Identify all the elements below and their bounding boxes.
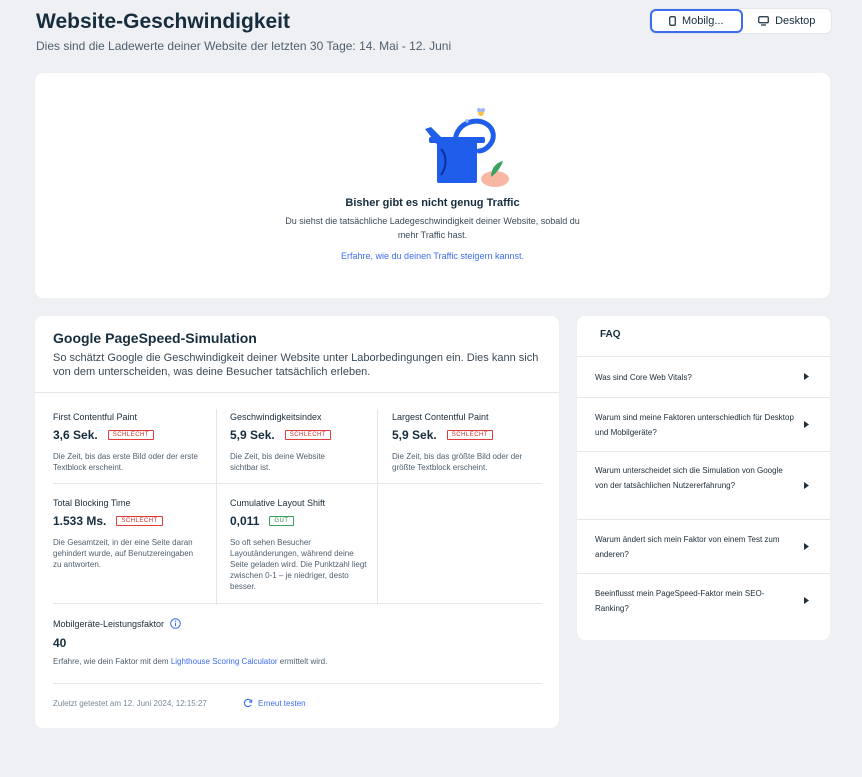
faq-question: Was sind Core Web Vitals? <box>595 373 692 382</box>
performance-score-label-row: Mobilgeräte-Leistungsfaktor <box>53 618 181 629</box>
metric-name: First Contentful Paint <box>53 412 138 422</box>
metric-speed-index: Geschwindigkeitsindex 5,9 Sek. SCHLECHT … <box>230 412 380 473</box>
faq-item[interactable]: Was sind Core Web Vitals? <box>577 356 830 397</box>
faq-item[interactable]: Warum ändert sich mein Faktor von einem … <box>577 519 830 573</box>
metric-first-contentful-paint: First Contentful Paint 3,6 Sek. SCHLECHT… <box>53 412 203 473</box>
faq-question: Warum sind meine Faktoren unterschiedlic… <box>595 413 794 437</box>
divider <box>216 409 217 605</box>
retest-label: Erneut testen <box>258 698 306 708</box>
metric-value: 5,9 Sek. <box>230 428 275 442</box>
score-note-prefix: Erfahre, wie dein Faktor mit dem <box>53 657 171 666</box>
retest-button[interactable]: Erneut testen <box>243 698 306 708</box>
status-badge: SCHLECHT <box>107 430 155 440</box>
divider <box>35 392 559 393</box>
metric-description: Die Zeit, bis das größte Bild oder der g… <box>392 452 523 472</box>
metric-description: So oft sehen Besucher Layoutänderungen, … <box>230 538 367 591</box>
faq-question: Warum ändert sich mein Faktor von einem … <box>595 535 780 559</box>
faq-item[interactable]: Beeinflusst mein PageSpeed-Faktor mein S… <box>577 573 830 627</box>
watering-can-illustration <box>419 103 515 194</box>
metric-name: Geschwindigkeitsindex <box>230 412 322 422</box>
triangle-right-icon <box>804 421 809 428</box>
faq-question: Beeinflusst mein PageSpeed-Faktor mein S… <box>595 589 765 613</box>
mobile-device-button[interactable]: Mobilg... <box>650 9 743 33</box>
metric-description: Die Gesamtzeit, in der eine Seite daran … <box>53 538 194 569</box>
psi-title: Google PageSpeed-Simulation <box>53 330 257 346</box>
metric-cumulative-layout-shift: Cumulative Layout Shift 0,011 GUT So oft… <box>230 498 380 592</box>
divider <box>53 483 542 484</box>
score-note: Erfahre, wie dein Faktor mit dem Lightho… <box>53 657 327 666</box>
status-badge: SCHLECHT <box>446 430 494 440</box>
metric-description: Die Zeit, bis deine Website sichtbar ist… <box>230 452 326 472</box>
triangle-right-icon <box>804 543 809 550</box>
device-toggle: Mobilg... Desktop <box>650 9 831 33</box>
refresh-icon <box>243 698 253 708</box>
metric-value: 3,6 Sek. <box>53 428 98 442</box>
faq-card: FAQ Was sind Core Web Vitals? Warum sind… <box>577 316 830 640</box>
metric-value: 1.533 Ms. <box>53 514 107 528</box>
metric-name: Cumulative Layout Shift <box>230 498 326 508</box>
metric-description: Die Zeit, bis das erste Bild oder der er… <box>53 452 198 472</box>
faq-item[interactable]: Warum sind meine Faktoren unterschiedlic… <box>577 397 830 451</box>
metric-total-blocking-time: Total Blocking Time 1.533 Ms. SCHLECHT D… <box>53 498 203 570</box>
faq-title: FAQ <box>600 329 621 340</box>
page-subtitle: Dies sind die Ladewerte deiner Website d… <box>36 39 452 53</box>
info-icon[interactable] <box>170 618 181 629</box>
psi-description: So schätzt Google die Geschwindigkeit de… <box>53 352 539 378</box>
performance-score-value: 40 <box>53 636 67 650</box>
status-badge: SCHLECHT <box>116 516 163 526</box>
desktop-device-button[interactable]: Desktop <box>743 9 832 33</box>
metric-value: 0,011 <box>230 514 260 528</box>
mobile-device-label: Mobilg... <box>681 15 724 27</box>
increase-traffic-link[interactable]: Erfahre, wie du deinen Traffic steigern … <box>35 251 830 261</box>
metric-value: 5,9 Sek. <box>392 428 437 442</box>
triangle-right-icon <box>804 373 809 380</box>
desktop-icon <box>758 16 769 26</box>
divider <box>53 603 542 604</box>
lighthouse-calculator-link[interactable]: Lighthouse Scoring Calculator <box>171 657 278 666</box>
pagespeed-simulation-card: Google PageSpeed-Simulation So schätzt G… <box>35 316 559 728</box>
faq-question: Warum unterscheidet sich die Simulation … <box>595 466 783 490</box>
page-title: Website-Geschwindigkeit <box>36 10 290 33</box>
last-tested-timestamp: Zuletzt getestet am 12. Juni 2024, 12:15… <box>53 699 207 708</box>
traffic-title: Bisher gibt es nicht genug Traffic <box>345 197 520 209</box>
performance-score-label: Mobilgeräte-Leistungsfaktor <box>53 618 165 629</box>
triangle-right-icon <box>804 482 809 489</box>
metric-name: Largest Contentful Paint <box>392 412 489 422</box>
traffic-card: Bisher gibt es nicht genug Traffic Du si… <box>35 73 830 298</box>
smartphone-icon <box>669 16 676 26</box>
triangle-right-icon <box>804 597 809 604</box>
status-badge: GUT <box>269 516 294 526</box>
score-note-suffix: ermittelt wird. <box>277 657 328 666</box>
divider <box>53 683 542 684</box>
faq-item[interactable]: Warum unterscheidet sich die Simulation … <box>577 451 830 519</box>
metric-name: Total Blocking Time <box>53 498 131 508</box>
status-badge: SCHLECHT <box>284 430 332 440</box>
traffic-description: Du siehst die tatsächliche Ladegeschwind… <box>285 216 580 240</box>
metric-largest-contentful-paint: Largest Contentful Paint 5,9 Sek. SCHLEC… <box>392 412 542 473</box>
desktop-device-label: Desktop <box>775 15 816 27</box>
